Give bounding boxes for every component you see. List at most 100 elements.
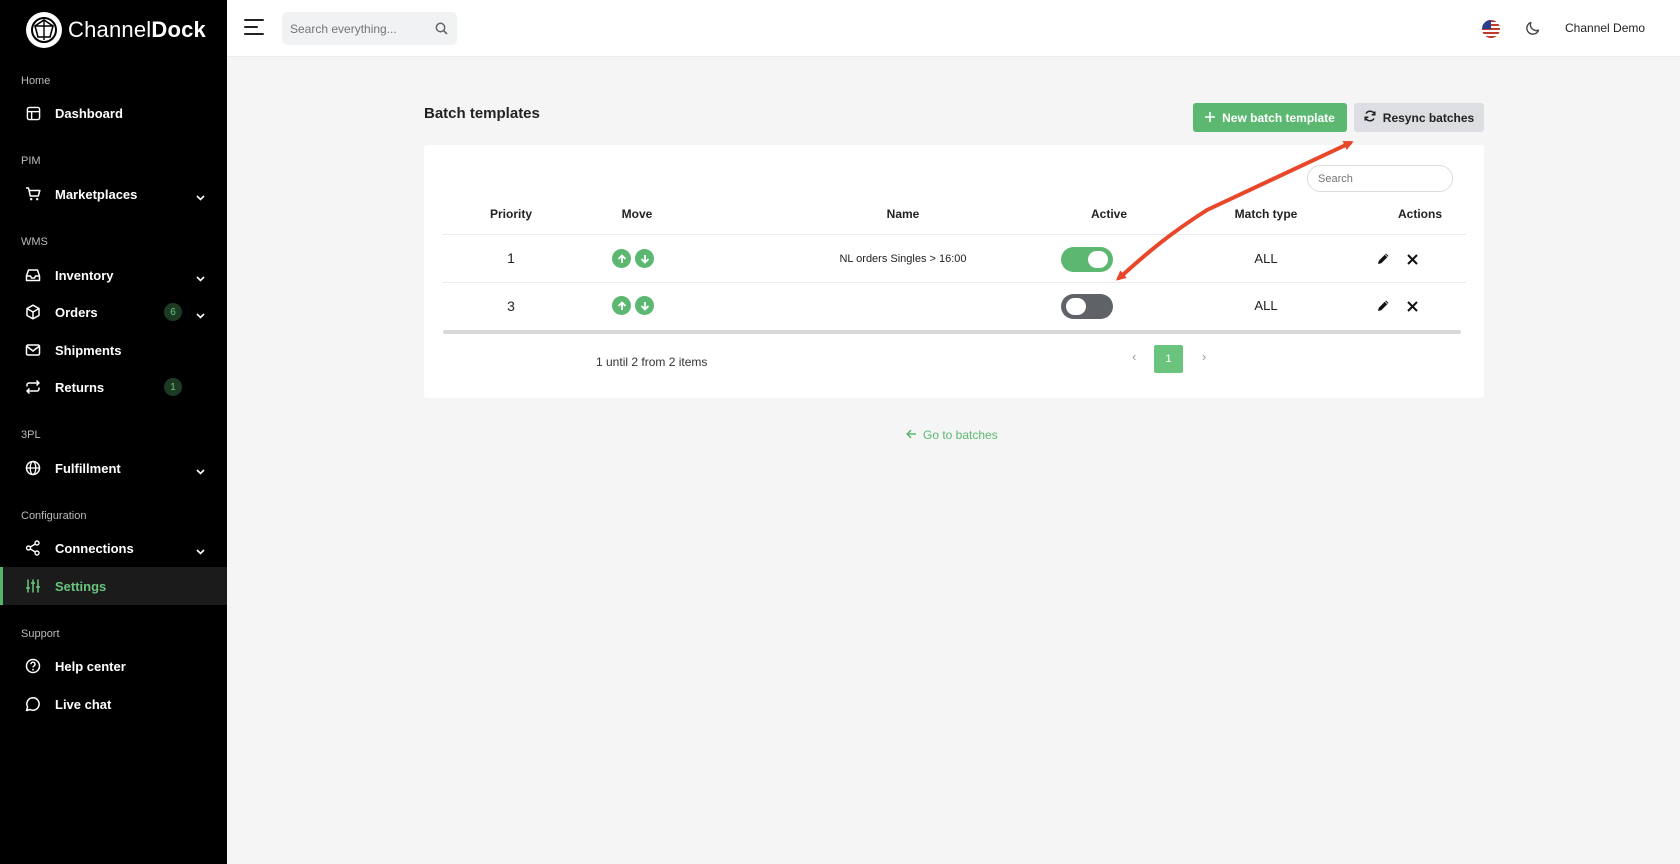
resync-batches-button[interactable]: Resync batches [1354,103,1484,132]
sidebar-item-label: Dashboard [55,105,123,121]
sidebar-item-label: Live chat [55,696,112,712]
sidebar-item-inventory[interactable]: Inventory [0,256,227,294]
global-search [282,12,457,45]
name-cell: NL orders Singles > 16:00 [839,253,967,265]
pagination-page-1[interactable]: 1 [1154,345,1183,373]
search-icon[interactable] [435,22,448,40]
refresh-icon [1364,110,1376,125]
brand-name: ChannelDock [68,17,206,42]
priority-cell: 1 [507,250,515,266]
chevron-down-icon [196,269,205,287]
us-flag-icon[interactable] [1482,20,1500,38]
column-header-match-type[interactable]: Match type [1194,207,1338,221]
sidebar-item-connections[interactable]: Connections [0,529,227,567]
globe-icon [25,460,41,476]
match-type-cell: ALL [1254,251,1278,266]
batch-templates-card: Priority Move Name Active Match type Act… [424,145,1484,398]
chevron-down-icon [196,542,205,560]
row-divider [442,282,1466,283]
go-to-batches-label: Go to batches [923,428,998,442]
orders-count-badge: 6 [164,303,182,321]
user-menu[interactable]: Channel Demo [1565,21,1645,35]
section-label-home: Home [21,75,51,87]
sidebar-item-label: Fulfillment [55,460,121,476]
mail-icon [25,342,41,358]
sidebar-item-fulfillment[interactable]: Fulfillment [0,449,227,487]
resync-batches-label: Resync batches [1382,110,1475,125]
active-toggle-on[interactable] [1061,247,1113,272]
column-header-name[interactable]: Name [753,207,1053,221]
chevron-down-icon [196,188,205,206]
go-to-batches-link[interactable]: Go to batches [906,428,998,442]
sidebar-item-help-center[interactable]: Help center [0,647,227,685]
move-buttons [612,296,654,315]
sidebar-item-shipments[interactable]: Shipments [0,331,227,369]
chevron-down-icon [196,462,205,480]
delete-x-icon[interactable] [1407,299,1418,317]
move-buttons [612,249,654,268]
chevron-down-icon [196,306,205,324]
sidebar-item-label: Help center [55,658,126,674]
pagination-info: 1 until 2 from 2 items [596,355,708,369]
sidebar-item-marketplaces[interactable]: Marketplaces [0,175,227,213]
active-toggle-off[interactable] [1061,294,1113,319]
section-label-configuration: Configuration [21,510,87,522]
section-label-wms: WMS [21,236,48,248]
edit-pencil-icon[interactable] [1377,252,1390,270]
move-down-arrow-icon[interactable] [635,296,654,315]
pagination-next-icon[interactable]: › [1202,349,1206,364]
inbox-icon [25,267,41,283]
brand-logo[interactable]: ChannelDock [26,12,206,48]
box-icon [25,304,41,320]
header-divider [442,234,1466,235]
column-header-active[interactable]: Active [1037,207,1181,221]
sidebar-item-returns[interactable]: Returns 1 [0,368,227,406]
move-down-arrow-icon[interactable] [635,249,654,268]
edit-pencil-icon[interactable] [1377,299,1390,317]
pagination-prev-icon[interactable]: ‹ [1132,349,1136,364]
cart-icon [25,186,41,202]
column-header-priority[interactable]: Priority [461,207,561,221]
share-icon [25,540,41,556]
plus-icon [1205,111,1216,125]
section-label-3pl: 3PL [21,429,41,441]
sidebar-item-settings[interactable]: Settings [0,567,227,605]
chat-icon [25,696,41,712]
sidebar-item-label: Connections [55,540,134,556]
global-search-input[interactable] [290,21,430,36]
sidebar: ChannelDock Home Dashboard PIM Marketpla… [0,0,227,864]
sidebar-item-dashboard[interactable]: Dashboard [0,94,227,132]
sidebar-item-live-chat[interactable]: Live chat [0,685,227,723]
section-label-support: Support [21,628,60,640]
returns-count-badge: 1 [164,378,182,396]
menu-toggle-icon[interactable] [244,19,264,35]
table-search-input[interactable] [1307,165,1453,192]
delete-x-icon[interactable] [1407,252,1418,270]
logo-mark-icon [26,12,62,48]
match-type-cell: ALL [1254,298,1278,313]
column-header-move[interactable]: Move [587,207,687,221]
sidebar-item-orders[interactable]: Orders 6 [0,293,227,331]
sidebar-item-label: Marketplaces [55,186,138,202]
topbar: Channel Demo [227,0,1680,57]
sidebar-item-label: Inventory [55,267,114,283]
dark-mode-moon-icon[interactable] [1525,20,1541,41]
sidebar-item-label: Orders [55,304,98,320]
sliders-icon [25,578,41,594]
sidebar-item-label: Settings [55,578,107,594]
section-label-pim: PIM [21,155,41,167]
page-title: Batch templates [424,105,540,122]
horizontal-scrollbar[interactable] [443,330,1461,334]
arrow-left-icon [906,428,917,442]
priority-cell: 3 [507,298,515,314]
new-batch-template-button[interactable]: New batch template [1193,103,1347,132]
help-icon [25,658,41,674]
move-up-arrow-icon[interactable] [612,249,631,268]
move-up-arrow-icon[interactable] [612,296,631,315]
sidebar-item-label: Shipments [55,342,122,358]
sidebar-item-label: Returns [55,379,105,395]
layout-icon [25,105,41,121]
column-header-actions[interactable]: Actions [1348,207,1492,221]
new-batch-template-label: New batch template [1222,110,1335,125]
repeat-icon [25,379,41,395]
